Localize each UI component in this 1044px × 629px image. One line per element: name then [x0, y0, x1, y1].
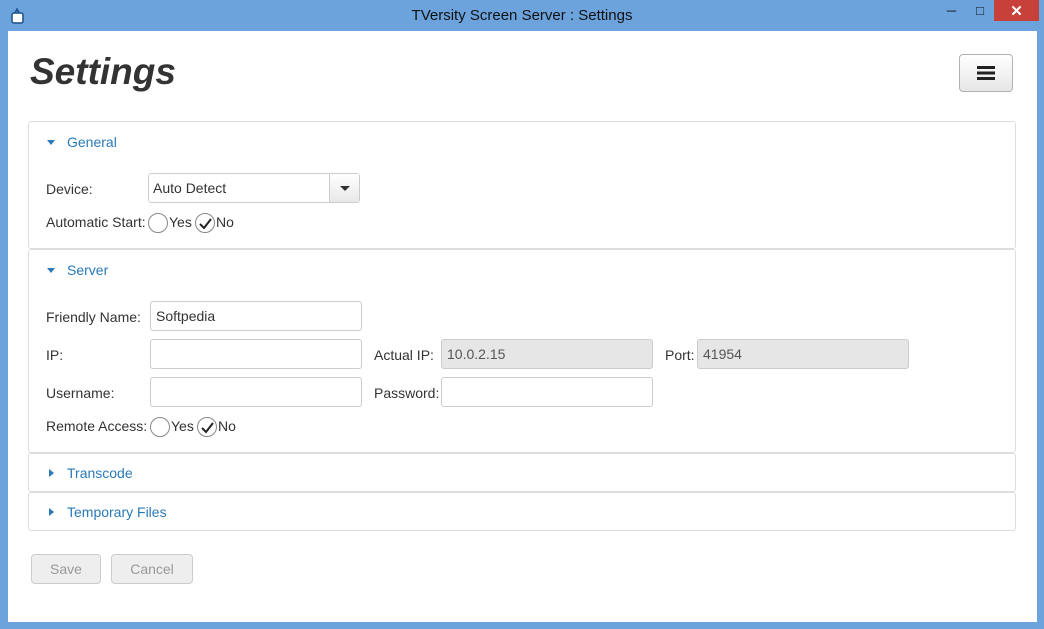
automatic-start-label: Automatic Start: [46, 214, 146, 230]
remote-access-no-label: No [218, 418, 236, 434]
temporary-files-panel-header[interactable]: Temporary Files [47, 504, 167, 520]
port-label: Port: [665, 347, 695, 363]
friendly-name-input[interactable]: Softpedia [150, 301, 362, 331]
maximize-button[interactable]: □ [966, 0, 994, 21]
actual-ip-field: 10.0.2.15 [441, 339, 653, 369]
settings-page: Settings General Device: Auto Detect Aut… [8, 31, 1037, 622]
general-panel: General Device: Auto Detect Automatic St… [28, 121, 1016, 249]
checkmark-icon [201, 422, 214, 434]
remote-access-no-radio[interactable] [197, 417, 217, 437]
password-label: Password: [374, 385, 440, 401]
transcode-panel-header[interactable]: Transcode [47, 465, 133, 481]
minimize-button[interactable]: ─ [937, 0, 966, 21]
automatic-start-no-label: No [216, 214, 234, 230]
chevron-right-icon [49, 469, 54, 477]
close-button[interactable]: ✕ [994, 0, 1039, 21]
page-title: Settings [30, 51, 176, 92]
ip-input[interactable] [150, 339, 362, 369]
remote-access-yes-label: Yes [171, 418, 194, 434]
dropdown-button[interactable] [329, 174, 359, 202]
save-button[interactable]: Save [31, 554, 101, 584]
transcode-panel: Transcode [28, 453, 1016, 492]
general-panel-header[interactable]: General [47, 134, 117, 150]
device-select[interactable]: Auto Detect [148, 173, 360, 203]
automatic-start-yes-label: Yes [169, 214, 192, 230]
ip-label: IP: [46, 347, 64, 363]
server-panel: Server Friendly Name: Softpedia IP: Actu… [28, 249, 1016, 453]
minimize-icon: ─ [946, 3, 957, 18]
menu-button[interactable] [959, 54, 1013, 92]
maximize-icon: □ [976, 3, 984, 18]
device-select-value: Auto Detect [153, 180, 227, 196]
title-bar[interactable]: TVersity Screen Server : Settings ─ □ ✕ [0, 0, 1044, 31]
device-label: Device: [46, 181, 93, 197]
actual-ip-label: Actual IP: [374, 347, 434, 363]
temporary-files-panel: Temporary Files [28, 492, 1016, 531]
close-icon: ✕ [1010, 2, 1023, 20]
username-label: Username: [46, 385, 115, 401]
hamburger-icon [977, 66, 995, 80]
chevron-down-icon [47, 267, 55, 273]
window-title: TVersity Screen Server : Settings [411, 7, 633, 24]
app-window: TVersity Screen Server : Settings ─ □ ✕ … [0, 0, 1044, 629]
password-input[interactable] [441, 377, 653, 407]
server-panel-header[interactable]: Server [47, 262, 108, 278]
chevron-down-icon [47, 139, 55, 145]
friendly-name-label: Friendly Name: [46, 309, 141, 325]
general-panel-title: General [67, 134, 117, 150]
temporary-files-panel-title: Temporary Files [67, 504, 167, 520]
remote-access-label: Remote Access: [46, 418, 148, 434]
checkmark-icon [199, 218, 212, 230]
port-field: 41954 [697, 339, 909, 369]
automatic-start-yes-radio[interactable] [148, 213, 168, 233]
cancel-button[interactable]: Cancel [111, 554, 193, 584]
remote-access-yes-radio[interactable] [150, 417, 170, 437]
automatic-start-no-radio[interactable] [195, 213, 215, 233]
caret-down-icon [339, 185, 350, 191]
transcode-panel-title: Transcode [67, 465, 133, 481]
server-panel-title: Server [67, 262, 109, 278]
chevron-right-icon [49, 508, 54, 516]
username-input[interactable] [150, 377, 362, 407]
